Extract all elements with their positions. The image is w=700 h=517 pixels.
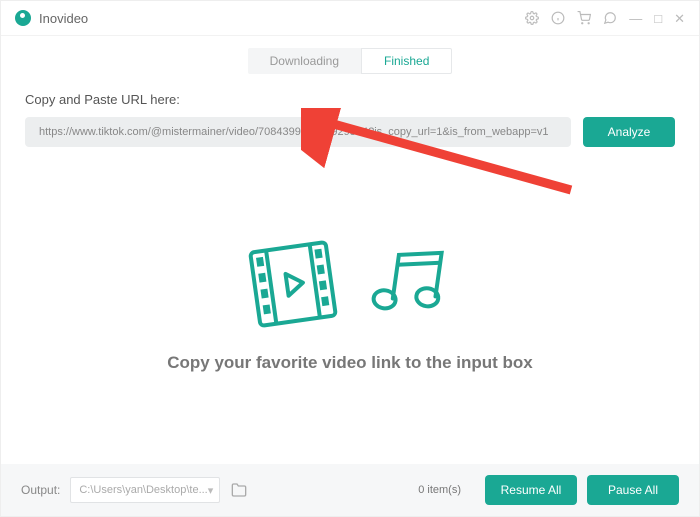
pause-all-button[interactable]: Pause All (587, 475, 679, 505)
info-icon[interactable] (551, 11, 565, 25)
film-icon (243, 239, 343, 329)
resume-all-button[interactable]: Resume All (485, 475, 577, 505)
tab-downloading[interactable]: Downloading (248, 48, 361, 74)
maximize-button[interactable]: □ (654, 12, 662, 25)
app-logo-icon (15, 10, 31, 26)
url-area: Copy and Paste URL here: Analyze (1, 74, 699, 147)
music-icon (367, 239, 457, 329)
chevron-down-icon: ▾ (208, 484, 214, 497)
minimize-button[interactable]: — (629, 12, 642, 25)
output-path-select[interactable]: C:\Users\yan\Desktop\te... ▾ (70, 477, 220, 503)
footer-bar: Output: C:\Users\yan\Desktop\te... ▾ 0 i… (1, 464, 699, 516)
empty-state-text: Copy your favorite video link to the inp… (167, 353, 533, 373)
analyze-button[interactable]: Analyze (583, 117, 675, 147)
tab-finished[interactable]: Finished (361, 48, 452, 74)
settings-icon[interactable] (525, 11, 539, 25)
app-title: Inovideo (39, 11, 88, 26)
help-icon[interactable] (603, 11, 617, 25)
output-label: Output: (21, 483, 60, 497)
url-input[interactable] (25, 117, 571, 147)
output-path-value: C:\Users\yan\Desktop\te... (79, 484, 207, 496)
cart-icon[interactable] (577, 11, 591, 25)
tab-bar: Downloading Finished (1, 36, 699, 74)
close-button[interactable]: ✕ (674, 12, 685, 25)
open-folder-button[interactable] (230, 481, 248, 499)
url-label: Copy and Paste URL here: (25, 92, 675, 107)
item-count: 0 item(s) (418, 484, 461, 496)
empty-state: Copy your favorite video link to the inp… (1, 147, 699, 464)
title-bar: Inovideo — □ ✕ (1, 1, 699, 36)
